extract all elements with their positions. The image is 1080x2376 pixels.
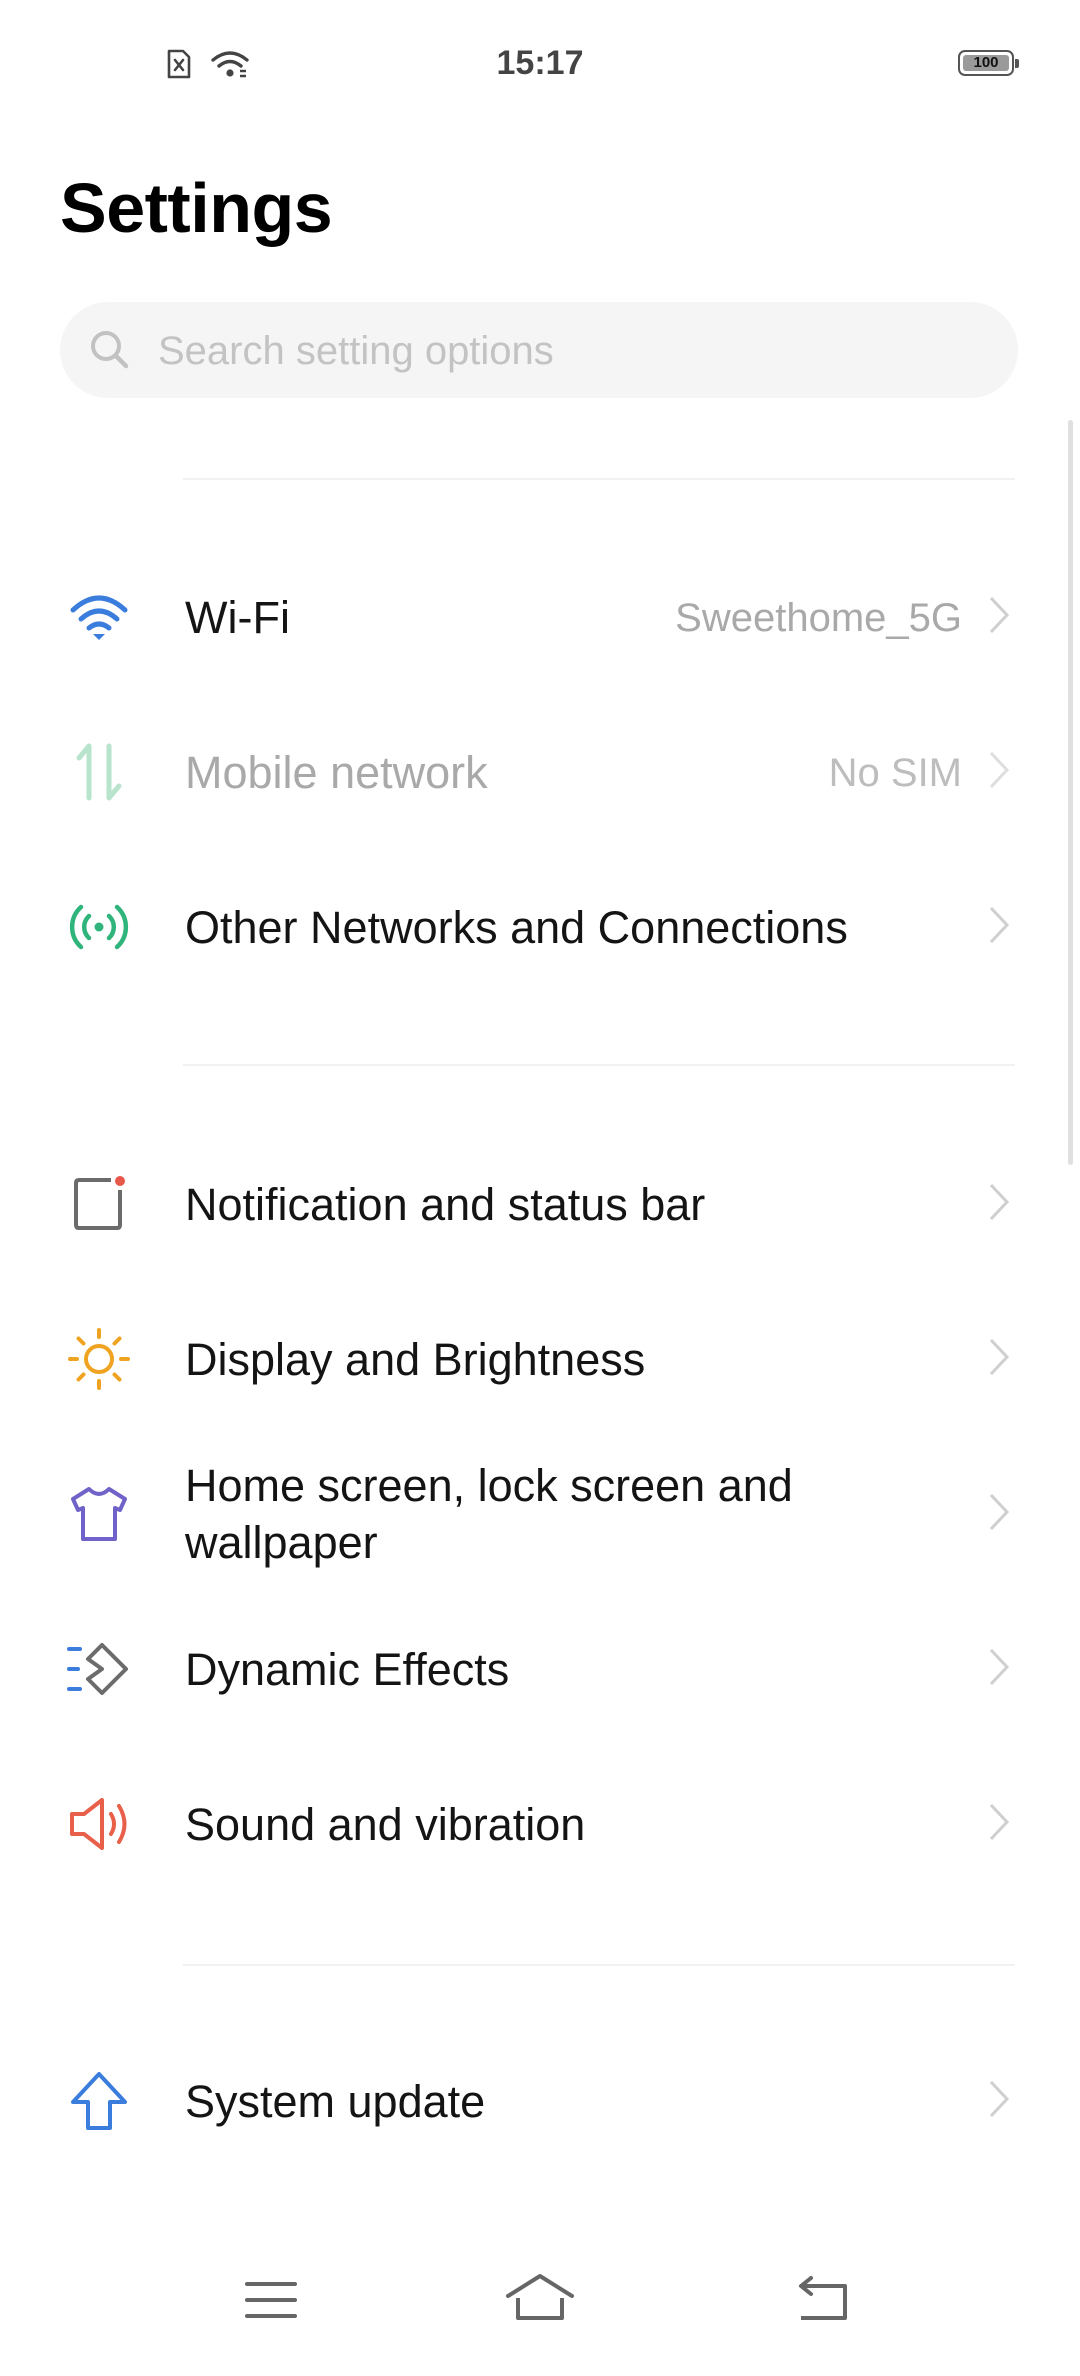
navigation-bar <box>0 2240 1080 2376</box>
item-label: Wi-Fi <box>185 592 290 643</box>
page-title: Settings <box>60 169 333 247</box>
settings-item-sound[interactable]: Sound and vibration <box>0 1749 1080 1899</box>
battery-icon: 100 <box>958 50 1019 76</box>
update-arrow-icon <box>64 2066 134 2136</box>
settings-item-display[interactable]: Display and Brightness <box>0 1284 1080 1434</box>
item-value: Sweethome_5G <box>675 596 962 640</box>
settings-item-dynamic-effects[interactable]: Dynamic Effects <box>0 1594 1080 1744</box>
settings-item-other-networks[interactable]: Other Networks and Connections <box>0 852 1080 1002</box>
section-divider <box>183 478 1015 480</box>
chevron-right-icon <box>989 906 1010 944</box>
chevron-right-icon <box>989 1648 1010 1686</box>
section-divider <box>183 1064 1015 1066</box>
item-label: Mobile network <box>185 747 488 798</box>
search-input[interactable] <box>156 302 980 400</box>
settings-item-notification[interactable]: Notification and status bar <box>0 1129 1080 1279</box>
connections-icon <box>64 892 134 962</box>
settings-item-system-update[interactable]: System update <box>0 2026 1080 2176</box>
speaker-icon <box>64 1789 134 1859</box>
settings-item-mobile-network[interactable]: Mobile network No SIM <box>0 697 1080 847</box>
search-bar[interactable] <box>60 302 1018 400</box>
item-label: Home screen, lock screen and wallpaper <box>185 1460 793 1568</box>
item-label: Dynamic Effects <box>185 1644 510 1695</box>
item-label: Notification and status bar <box>185 1179 706 1230</box>
dynamic-effects-icon <box>64 1634 134 1704</box>
chevron-right-icon <box>989 751 1010 789</box>
theme-shirt-icon <box>64 1479 134 1549</box>
search-icon <box>91 331 129 369</box>
mobile-data-icon <box>64 737 134 807</box>
item-label: Other Networks and Connections <box>185 902 848 953</box>
clock: 15:17 <box>496 44 584 82</box>
scrollbar[interactable] <box>1068 420 1073 1165</box>
item-label: System update <box>185 2076 486 2127</box>
item-label: Sound and vibration <box>185 1799 586 1850</box>
menu-icon[interactable] <box>243 2270 299 2330</box>
notification-icon <box>64 1169 134 1239</box>
chevron-right-icon <box>989 2080 1010 2118</box>
chevron-right-icon <box>989 1803 1010 1841</box>
chevron-right-icon <box>989 596 1010 634</box>
battery-level: 100 <box>973 54 999 71</box>
settings-item-home-screen[interactable]: Home screen, lock screen and wallpaper <box>0 1439 1080 1589</box>
section-divider <box>183 1964 1015 1966</box>
status-bar: 15:17 100 <box>0 0 1080 120</box>
home-icon[interactable] <box>504 2270 576 2330</box>
brightness-icon <box>64 1324 134 1394</box>
chevron-right-icon <box>989 1183 1010 1221</box>
settings-item-wifi[interactable]: Wi-Fi Sweethome_5G <box>0 542 1080 692</box>
item-value: No SIM <box>828 751 962 795</box>
chevron-right-icon <box>989 1493 1010 1531</box>
item-label: Display and Brightness <box>185 1334 646 1385</box>
back-icon[interactable] <box>795 2270 853 2330</box>
wifi-icon <box>64 582 134 652</box>
chevron-right-icon <box>989 1338 1010 1376</box>
